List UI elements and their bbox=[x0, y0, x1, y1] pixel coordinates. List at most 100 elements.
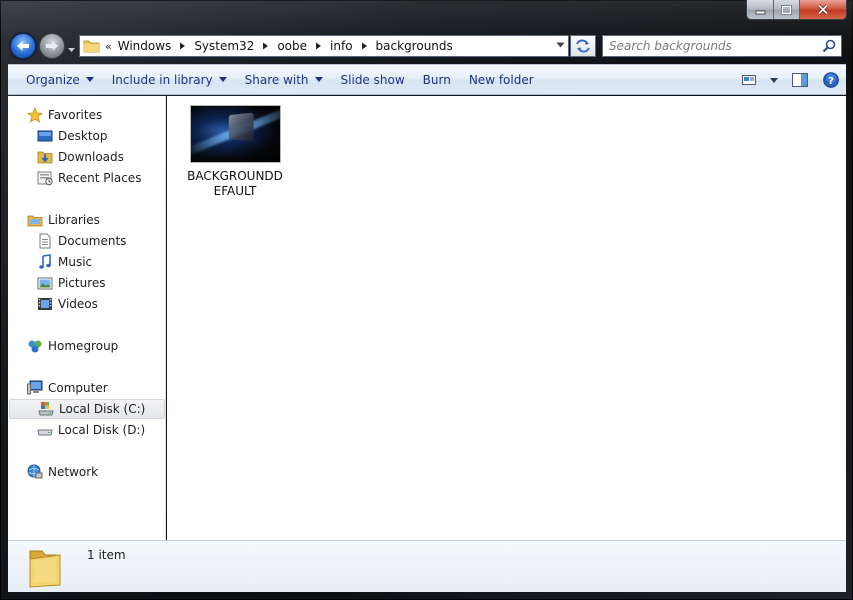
address-dropdown-icon[interactable] bbox=[556, 42, 565, 48]
forward-arrow-icon bbox=[46, 41, 58, 51]
nav-desktop-label: Desktop bbox=[58, 129, 108, 143]
file-name: BACKGROUNDDEFAULT bbox=[187, 169, 283, 198]
chevron-right-icon[interactable] bbox=[315, 42, 322, 50]
nav-downloads-label: Downloads bbox=[58, 150, 124, 164]
search-icon[interactable] bbox=[822, 39, 836, 53]
nav-homegroup-label: Homegroup bbox=[48, 339, 119, 353]
thumbnail-logo bbox=[228, 112, 254, 142]
command-bar: Organize Include in library Share with S… bbox=[8, 64, 846, 95]
nav-recent-places[interactable]: Recent Places bbox=[37, 168, 141, 188]
nav-local-disk-c-label: Local Disk (C:) bbox=[59, 402, 146, 416]
search-input[interactable] bbox=[609, 37, 821, 55]
address-bar[interactable]: « Windows System32 oobe info backgrounds bbox=[79, 35, 569, 57]
view-icon bbox=[742, 75, 756, 85]
nav-documents[interactable]: Documents bbox=[37, 231, 126, 251]
close-icon bbox=[817, 4, 829, 15]
drive-icon bbox=[37, 429, 53, 436]
share-with-button[interactable]: Share with bbox=[236, 69, 332, 91]
organize-button[interactable]: Organize bbox=[17, 69, 103, 91]
nav-favorites[interactable]: Favorites bbox=[27, 105, 102, 125]
network-icon bbox=[27, 464, 43, 479]
nav-network-label: Network bbox=[48, 465, 99, 479]
burn-button[interactable]: Burn bbox=[414, 69, 460, 91]
videos-icon bbox=[38, 298, 52, 310]
new-folder-button[interactable]: New folder bbox=[460, 69, 543, 91]
nav-videos-label: Videos bbox=[58, 297, 98, 311]
slide-show-button[interactable]: Slide show bbox=[332, 69, 414, 91]
breadcrumb-backgrounds[interactable]: backgrounds bbox=[376, 39, 453, 53]
breadcrumb-windows[interactable]: Windows bbox=[118, 39, 172, 53]
pictures-icon bbox=[37, 277, 53, 290]
breadcrumb-system32[interactable]: System32 bbox=[194, 39, 254, 53]
nav-homegroup[interactable]: Homegroup bbox=[27, 336, 118, 356]
chevron-right-icon[interactable] bbox=[361, 42, 368, 50]
file-list[interactable]: BACKGROUNDDEFAULT bbox=[167, 96, 846, 540]
nav-videos[interactable]: Videos bbox=[37, 294, 98, 314]
include-in-library-label: Include in library bbox=[111, 72, 213, 87]
maximize-icon bbox=[781, 4, 792, 15]
nav-pictures[interactable]: Pictures bbox=[37, 273, 106, 293]
organize-label: Organize bbox=[26, 72, 80, 87]
minimize-button[interactable] bbox=[747, 0, 774, 19]
nav-favorites-label: Favorites bbox=[48, 108, 103, 122]
system-drive-icon bbox=[38, 402, 54, 416]
minimize-icon bbox=[755, 10, 765, 14]
new-folder-label: New folder bbox=[468, 72, 534, 87]
nav-recent-places-label: Recent Places bbox=[58, 171, 142, 185]
back-arrow-icon bbox=[17, 41, 29, 51]
nav-music-label: Music bbox=[58, 255, 93, 269]
breadcrumb-oobe[interactable]: oobe bbox=[277, 39, 307, 53]
libraries-icon bbox=[27, 215, 43, 227]
star-icon bbox=[27, 107, 43, 123]
help-icon: ? bbox=[823, 72, 839, 88]
folder-icon bbox=[29, 550, 61, 588]
chevron-right-icon[interactable] bbox=[262, 42, 269, 50]
item-count: 1 item bbox=[87, 548, 126, 562]
navigation-pane: Favorites Desktop Downloads Recent Place… bbox=[8, 96, 166, 540]
breadcrumb: Windows System32 oobe info backgrounds bbox=[118, 39, 453, 53]
homegroup-icon bbox=[28, 340, 42, 353]
nav-music[interactable]: Music bbox=[37, 252, 92, 272]
details-pane: 1 item bbox=[8, 540, 846, 592]
maximize-button[interactable] bbox=[774, 0, 800, 19]
recent-pages-button[interactable] bbox=[67, 43, 76, 52]
chevron-right-icon[interactable] bbox=[179, 42, 186, 50]
chevron-down-icon bbox=[314, 77, 323, 82]
nav-network[interactable]: Network bbox=[27, 462, 98, 482]
recent-places-icon bbox=[37, 171, 53, 186]
preview-pane-button[interactable] bbox=[784, 69, 816, 91]
back-button[interactable] bbox=[10, 33, 36, 59]
change-view-button[interactable] bbox=[736, 69, 784, 91]
nav-computer[interactable]: Computer bbox=[27, 378, 108, 398]
caption-buttons bbox=[746, 0, 847, 20]
close-button[interactable] bbox=[800, 0, 846, 19]
nav-desktop[interactable]: Desktop bbox=[37, 126, 108, 146]
desktop-icon bbox=[37, 130, 53, 142]
include-in-library-button[interactable]: Include in library bbox=[103, 69, 236, 91]
help-button[interactable]: ? bbox=[816, 69, 846, 91]
nav-pictures-label: Pictures bbox=[58, 276, 106, 290]
nav-libraries-label: Libraries bbox=[48, 213, 100, 227]
svg-text:?: ? bbox=[828, 76, 834, 87]
search-box[interactable] bbox=[602, 35, 842, 57]
nav-downloads[interactable]: Downloads bbox=[37, 147, 124, 167]
folder-icon bbox=[83, 40, 100, 53]
breadcrumb-info[interactable]: info bbox=[330, 39, 353, 53]
breadcrumb-overflow[interactable]: « bbox=[105, 40, 112, 53]
nav-computer-label: Computer bbox=[48, 381, 108, 395]
nav-local-disk-c[interactable]: Local Disk (C:) bbox=[9, 399, 165, 419]
chevron-down-icon bbox=[218, 77, 227, 82]
refresh-button[interactable] bbox=[570, 35, 596, 57]
share-with-label: Share with bbox=[244, 72, 309, 87]
nav-local-disk-d[interactable]: Local Disk (D:) bbox=[37, 420, 145, 440]
documents-icon bbox=[39, 233, 51, 249]
preview-pane-icon bbox=[792, 73, 808, 87]
nav-libraries[interactable]: Libraries bbox=[27, 210, 100, 230]
refresh-icon bbox=[576, 39, 590, 53]
downloads-folder-icon bbox=[37, 151, 53, 164]
music-note-icon bbox=[39, 254, 51, 269]
forward-button[interactable] bbox=[39, 33, 65, 59]
chevron-down-icon bbox=[85, 77, 94, 82]
file-item[interactable]: BACKGROUNDDEFAULT bbox=[185, 105, 285, 199]
view-controls: ? bbox=[736, 69, 846, 91]
